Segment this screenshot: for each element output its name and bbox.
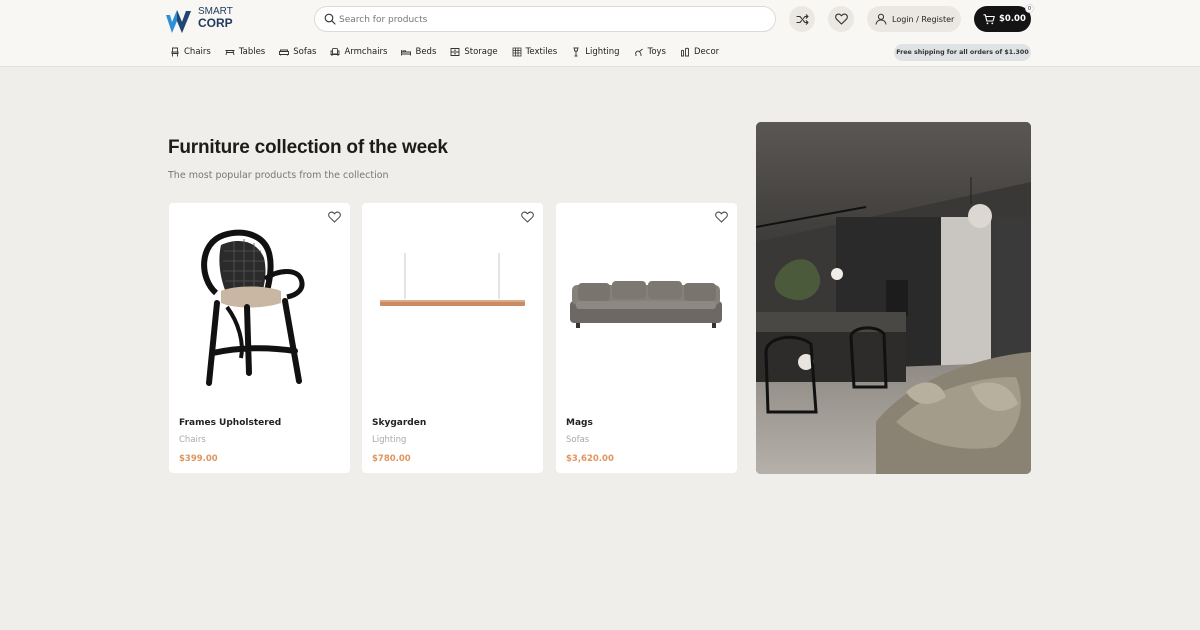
category-label: Toys bbox=[647, 47, 666, 57]
category-label: Sofas bbox=[293, 47, 317, 57]
chair-icon bbox=[171, 47, 179, 57]
free-shipping-badge: Free shipping for all orders of $1.300 bbox=[894, 44, 1031, 61]
heart-icon[interactable] bbox=[521, 211, 534, 223]
category-item-sofas[interactable]: Sofas bbox=[279, 45, 316, 59]
category-label: Storage bbox=[464, 47, 498, 57]
product-name[interactable]: Frames Upholstered bbox=[179, 418, 281, 428]
product-category[interactable]: Chairs bbox=[179, 435, 206, 445]
product-price: $399.00 bbox=[179, 454, 218, 464]
compare-button[interactable] bbox=[789, 6, 815, 32]
decor-icon bbox=[681, 47, 689, 57]
wishlist-button[interactable] bbox=[828, 6, 854, 32]
category-item-chairs[interactable]: Chairs bbox=[170, 45, 211, 59]
section-title: Furniture collection of the week bbox=[168, 137, 448, 158]
sofa-icon bbox=[279, 49, 290, 56]
cart-count-badge: 0 bbox=[1025, 4, 1034, 13]
category-item-tables[interactable]: Tables bbox=[225, 45, 265, 59]
category-label: Chairs bbox=[184, 47, 211, 57]
category-nav: Chairs Tables Sofas Armchairs Beds Stora… bbox=[170, 45, 733, 59]
category-label: Textiles bbox=[525, 47, 558, 57]
category-label: Beds bbox=[415, 47, 437, 57]
category-item-textiles[interactable]: Textiles bbox=[512, 45, 558, 59]
bed-icon bbox=[401, 50, 412, 56]
product-category[interactable]: Sofas bbox=[566, 435, 589, 445]
product-name[interactable]: Skygarden bbox=[372, 418, 426, 428]
product-category[interactable]: Lighting bbox=[372, 435, 406, 445]
category-label: Decor bbox=[694, 47, 720, 57]
search-bar[interactable] bbox=[314, 6, 776, 32]
site-header: SMART CORP Login / Register $0.00 bbox=[0, 0, 1200, 67]
login-label: Login / Register bbox=[892, 14, 955, 24]
interior-scene-image bbox=[756, 122, 1031, 474]
logo-text[interactable]: SMART CORP bbox=[198, 7, 233, 30]
heart-icon[interactable] bbox=[715, 211, 728, 223]
user-icon bbox=[875, 13, 887, 25]
category-item-toys[interactable]: Toys bbox=[634, 45, 666, 59]
product-card[interactable]: Skygarden Lighting $780.00 bbox=[362, 203, 543, 473]
storage-icon bbox=[450, 48, 460, 56]
armchair-icon bbox=[331, 47, 340, 56]
shuffle-icon bbox=[795, 13, 809, 25]
cart-total: $0.00 bbox=[999, 14, 1026, 24]
login-register-button[interactable]: Login / Register bbox=[867, 6, 961, 32]
category-label: Armchairs bbox=[344, 47, 388, 57]
heart-icon bbox=[834, 13, 848, 25]
category-item-decor[interactable]: Decor bbox=[680, 45, 719, 59]
product-image-chair[interactable] bbox=[169, 223, 350, 413]
search-icon bbox=[324, 13, 336, 25]
cart-button[interactable]: $0.00 bbox=[974, 6, 1031, 32]
heart-icon[interactable] bbox=[328, 211, 341, 223]
category-item-storage[interactable]: Storage bbox=[450, 45, 498, 59]
product-image-sofa[interactable] bbox=[556, 223, 737, 413]
lamp-icon bbox=[573, 47, 579, 57]
category-item-beds[interactable]: Beds bbox=[401, 45, 436, 59]
product-image-pendant-light[interactable] bbox=[362, 223, 543, 413]
product-card[interactable]: Frames Upholstered Chairs $399.00 bbox=[169, 203, 350, 473]
product-name[interactable]: Mags bbox=[566, 418, 593, 428]
product-price: $3,620.00 bbox=[566, 454, 614, 464]
category-item-armchairs[interactable]: Armchairs bbox=[330, 45, 387, 59]
textile-icon bbox=[512, 47, 522, 57]
table-icon bbox=[225, 50, 235, 56]
product-price: $780.00 bbox=[372, 454, 411, 464]
toy-icon bbox=[634, 48, 643, 56]
logo-line2: CORP bbox=[198, 16, 233, 30]
collection-banner-image[interactable] bbox=[756, 122, 1031, 474]
category-label: Tables bbox=[238, 47, 266, 57]
cart-icon bbox=[983, 13, 995, 24]
category-label: Lighting bbox=[585, 47, 620, 57]
search-input[interactable] bbox=[339, 11, 759, 28]
section-subtitle: The most popular products from the colle… bbox=[168, 170, 389, 181]
category-item-lighting[interactable]: Lighting bbox=[571, 45, 620, 59]
product-card[interactable]: Mags Sofas $3,620.00 bbox=[556, 203, 737, 473]
